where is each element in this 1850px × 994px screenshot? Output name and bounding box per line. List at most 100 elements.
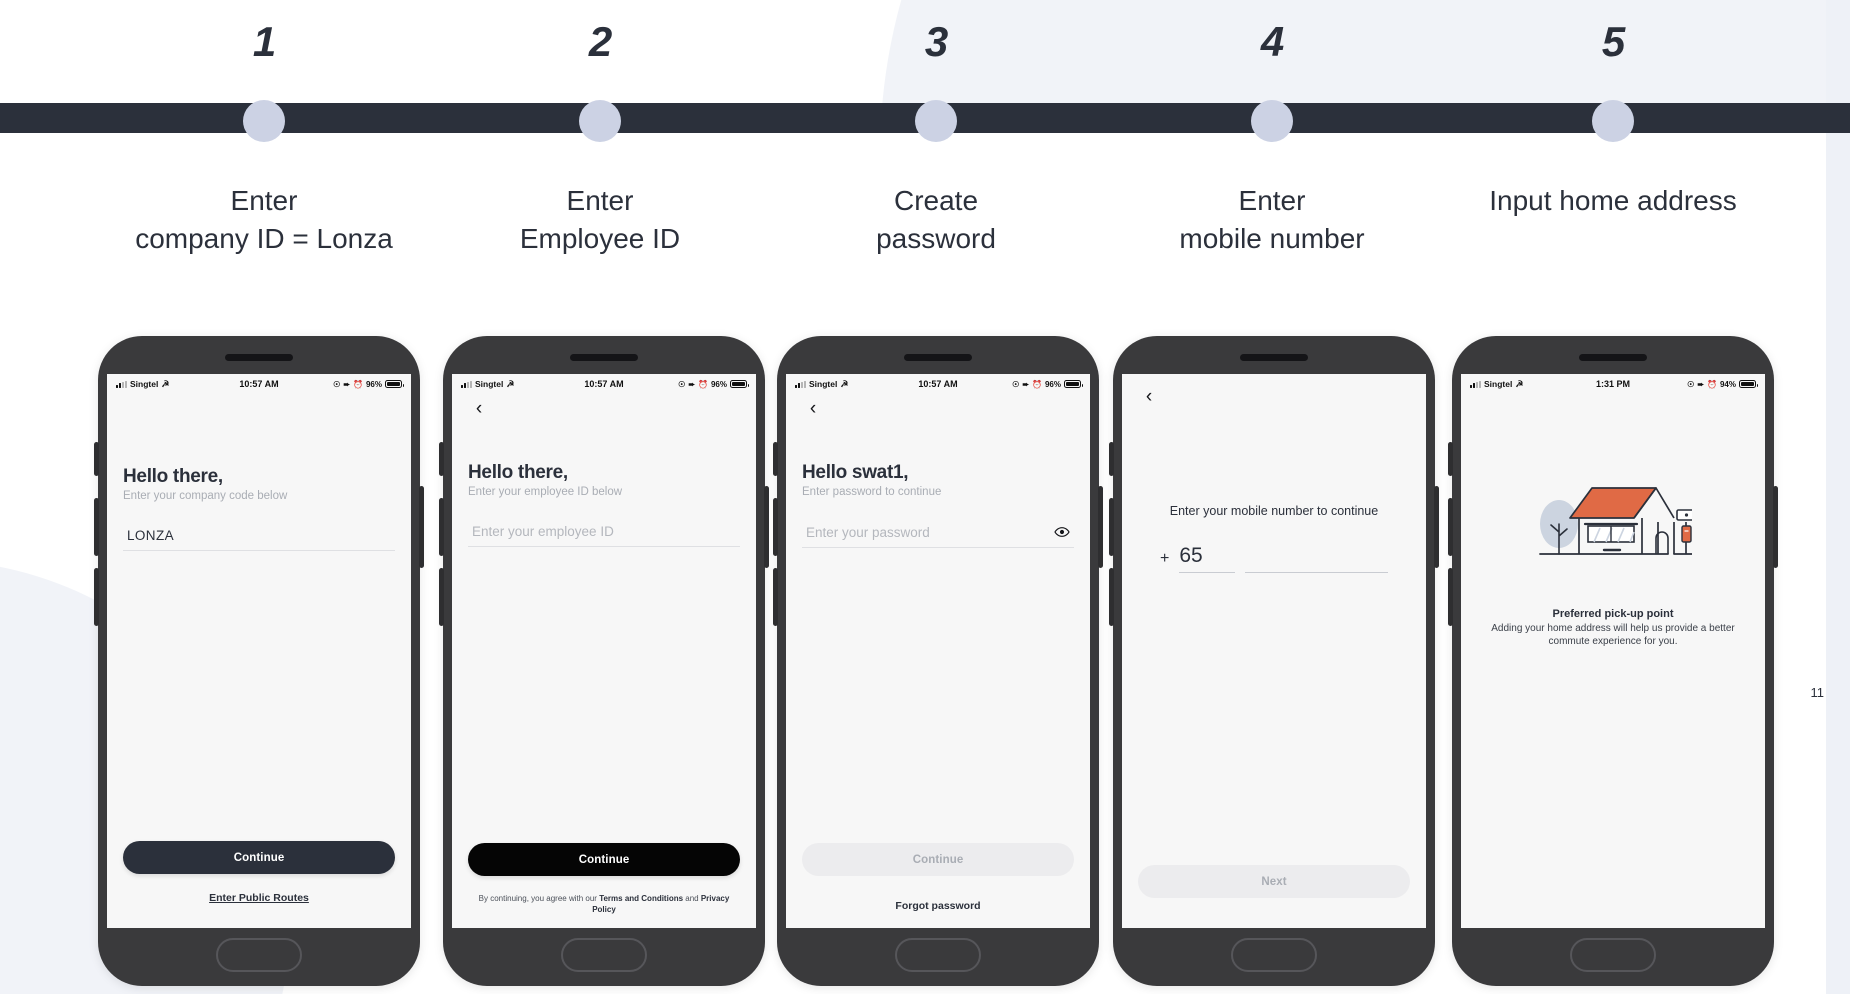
enter-public-routes-link[interactable]: Enter Public Routes: [123, 892, 395, 904]
eye-icon[interactable]: [1054, 524, 1070, 540]
step-label: Create password: [876, 185, 996, 255]
mobile-number-input-group[interactable]: + 65: [1138, 544, 1410, 573]
phone-mockup-company-id: Singtel ☭ 10:57 AM ☉ ➨ ⏰ 96% Hello there…: [94, 336, 424, 986]
phone-home-button: [561, 938, 647, 972]
company-code-input[interactable]: LONZA: [123, 528, 395, 551]
wifi-icon: ☭: [840, 378, 849, 389]
screen-body: ‹ Hello there, Enter your employee ID be…: [452, 398, 756, 928]
screen-body: Hello there, Enter your company code bel…: [107, 392, 411, 928]
step-label: Enter Employee ID: [519, 185, 681, 255]
screen-body: ‹ Enter your mobile number to continue +…: [1122, 386, 1426, 928]
legal-mid: and: [683, 893, 701, 903]
promo-title: Preferred pick-up point: [1552, 608, 1674, 620]
back-icon[interactable]: ‹: [1138, 386, 1160, 408]
phone-side-button: [439, 568, 444, 626]
step-label: Enter mobile number: [1179, 185, 1365, 255]
battery-icon: [1064, 380, 1083, 388]
alarm-icon: ⏰: [353, 379, 363, 389]
phone-mockup-employee-id: Singtel ☭ 10:57 AM ☉ ➨ ⏰ 96% ‹ Hello the…: [439, 336, 769, 986]
speaker-notch: [1240, 354, 1308, 361]
phone-side-button: [94, 442, 99, 476]
signal-bars-icon: [1470, 380, 1481, 388]
phone-power-button: [419, 486, 424, 568]
status-bar-right: ☉ ➨ ⏰ 96%: [333, 379, 404, 389]
employee-id-placeholder: Enter your employee ID: [472, 524, 614, 539]
navigation-arrow-icon: ➨: [1697, 379, 1705, 389]
continue-button[interactable]: Continue: [468, 843, 740, 876]
phone-side-button: [94, 498, 99, 556]
continue-button[interactable]: Continue: [123, 841, 395, 874]
location-icon: ☉: [1687, 379, 1695, 389]
step-number: 2: [588, 18, 612, 65]
phone-home-button: [1231, 938, 1317, 972]
screen-subline: Enter your employee ID below: [468, 486, 623, 498]
mobile-number-prompt: Enter your mobile number to continue: [1169, 504, 1379, 518]
phone-side-button: [439, 498, 444, 556]
speaker-notch: [570, 354, 638, 361]
password-input[interactable]: Enter your password: [802, 524, 1074, 548]
screen-body: ‹ Hello swat1, Enter password to continu…: [786, 398, 1090, 928]
forgot-password-link[interactable]: Forgot password: [802, 900, 1074, 912]
screen-headline: Hello there,: [468, 462, 568, 483]
battery-icon: [385, 380, 404, 388]
status-bar-right: ☉ ➨ ⏰ 96%: [1012, 379, 1083, 389]
alarm-icon: ⏰: [698, 379, 708, 389]
speaker-notch: [904, 354, 972, 361]
background-right-strip: [1826, 0, 1850, 994]
navigation-arrow-icon: ➨: [1022, 379, 1030, 389]
step-number: 5: [1601, 18, 1625, 65]
phone-screen: Singtel ☭ 10:57 AM ☉ ➨ ⏰ 96% ‹ Hello the…: [452, 374, 756, 928]
employee-id-input[interactable]: Enter your employee ID: [468, 524, 740, 547]
back-icon[interactable]: ‹: [468, 398, 490, 420]
continue-button[interactable]: Continue: [802, 843, 1074, 876]
step-label: Input home address: [1489, 185, 1737, 216]
step-dot: [915, 100, 957, 142]
country-code-input[interactable]: 65: [1179, 544, 1236, 573]
mobile-number-field[interactable]: [1245, 546, 1388, 573]
step-label: Enter company ID = Lonza: [135, 185, 393, 255]
location-icon: ☉: [678, 379, 686, 389]
speaker-notch: [1579, 354, 1647, 361]
legal-prefix: By continuing, you agree with our: [478, 893, 600, 903]
legal-text: By continuing, you agree with our Terms …: [468, 893, 740, 916]
battery-percent: 94%: [1719, 379, 1736, 389]
signal-bars-icon: [461, 380, 472, 388]
alarm-icon: ⏰: [1707, 379, 1717, 389]
wifi-icon: ☭: [506, 378, 515, 389]
battery-percent: 96%: [710, 379, 727, 389]
step-dot: [1251, 100, 1293, 142]
status-bar: Singtel ☭ 10:57 AM ☉ ➨ ⏰ 96%: [452, 374, 756, 392]
status-bar: Singtel ☭ 10:57 AM ☉ ➨ ⏰ 96%: [786, 374, 1090, 392]
alarm-icon: ⏰: [1032, 379, 1042, 389]
page-number: 11: [1810, 685, 1825, 700]
slide-canvas: 1 Enter company ID = Lonza 2 Enter Emplo…: [0, 0, 1850, 994]
phone-home-button: [1570, 938, 1656, 972]
next-button[interactable]: Next: [1138, 865, 1410, 898]
phone-side-button: [773, 568, 778, 626]
step-number: 4: [1260, 18, 1284, 65]
phone-home-button: [895, 938, 981, 972]
battery-percent: 96%: [1044, 379, 1061, 389]
phone-mockup-mobile-number: ‹ Enter your mobile number to continue +…: [1109, 336, 1439, 986]
phone-screen: Singtel ☭ 1:31 PM ☉ ➨ ⏰ 94% Preferred pi…: [1461, 374, 1765, 928]
phone-side-button: [1109, 442, 1114, 476]
back-icon[interactable]: ‹: [802, 398, 824, 420]
step-dot: [243, 100, 285, 142]
screen-headline: Hello there,: [123, 466, 223, 487]
battery-percent: 96%: [365, 379, 382, 389]
phone-screen: ‹ Enter your mobile number to continue +…: [1122, 374, 1426, 928]
phone-side-button: [1448, 498, 1453, 556]
phone-power-button: [1773, 486, 1778, 568]
promo-subtitle: Adding your home address will help us pr…: [1491, 623, 1735, 648]
battery-icon: [1739, 380, 1758, 388]
phone-side-button: [94, 568, 99, 626]
phone-power-button: [1098, 486, 1103, 568]
phone-screen: Singtel ☭ 10:57 AM ☉ ➨ ⏰ 96% Hello there…: [107, 374, 411, 928]
status-bar-right: ☉ ➨ ⏰ 96%: [678, 379, 749, 389]
house-illustration: [1477, 466, 1749, 566]
phone-side-button: [1448, 442, 1453, 476]
screen-body: Preferred pick-up point Adding your home…: [1461, 466, 1765, 928]
carrier-label: Singtel: [809, 379, 838, 389]
status-bar-left: Singtel ☭: [1470, 379, 1523, 389]
terms-and-conditions-link[interactable]: Terms and Conditions: [599, 894, 683, 903]
